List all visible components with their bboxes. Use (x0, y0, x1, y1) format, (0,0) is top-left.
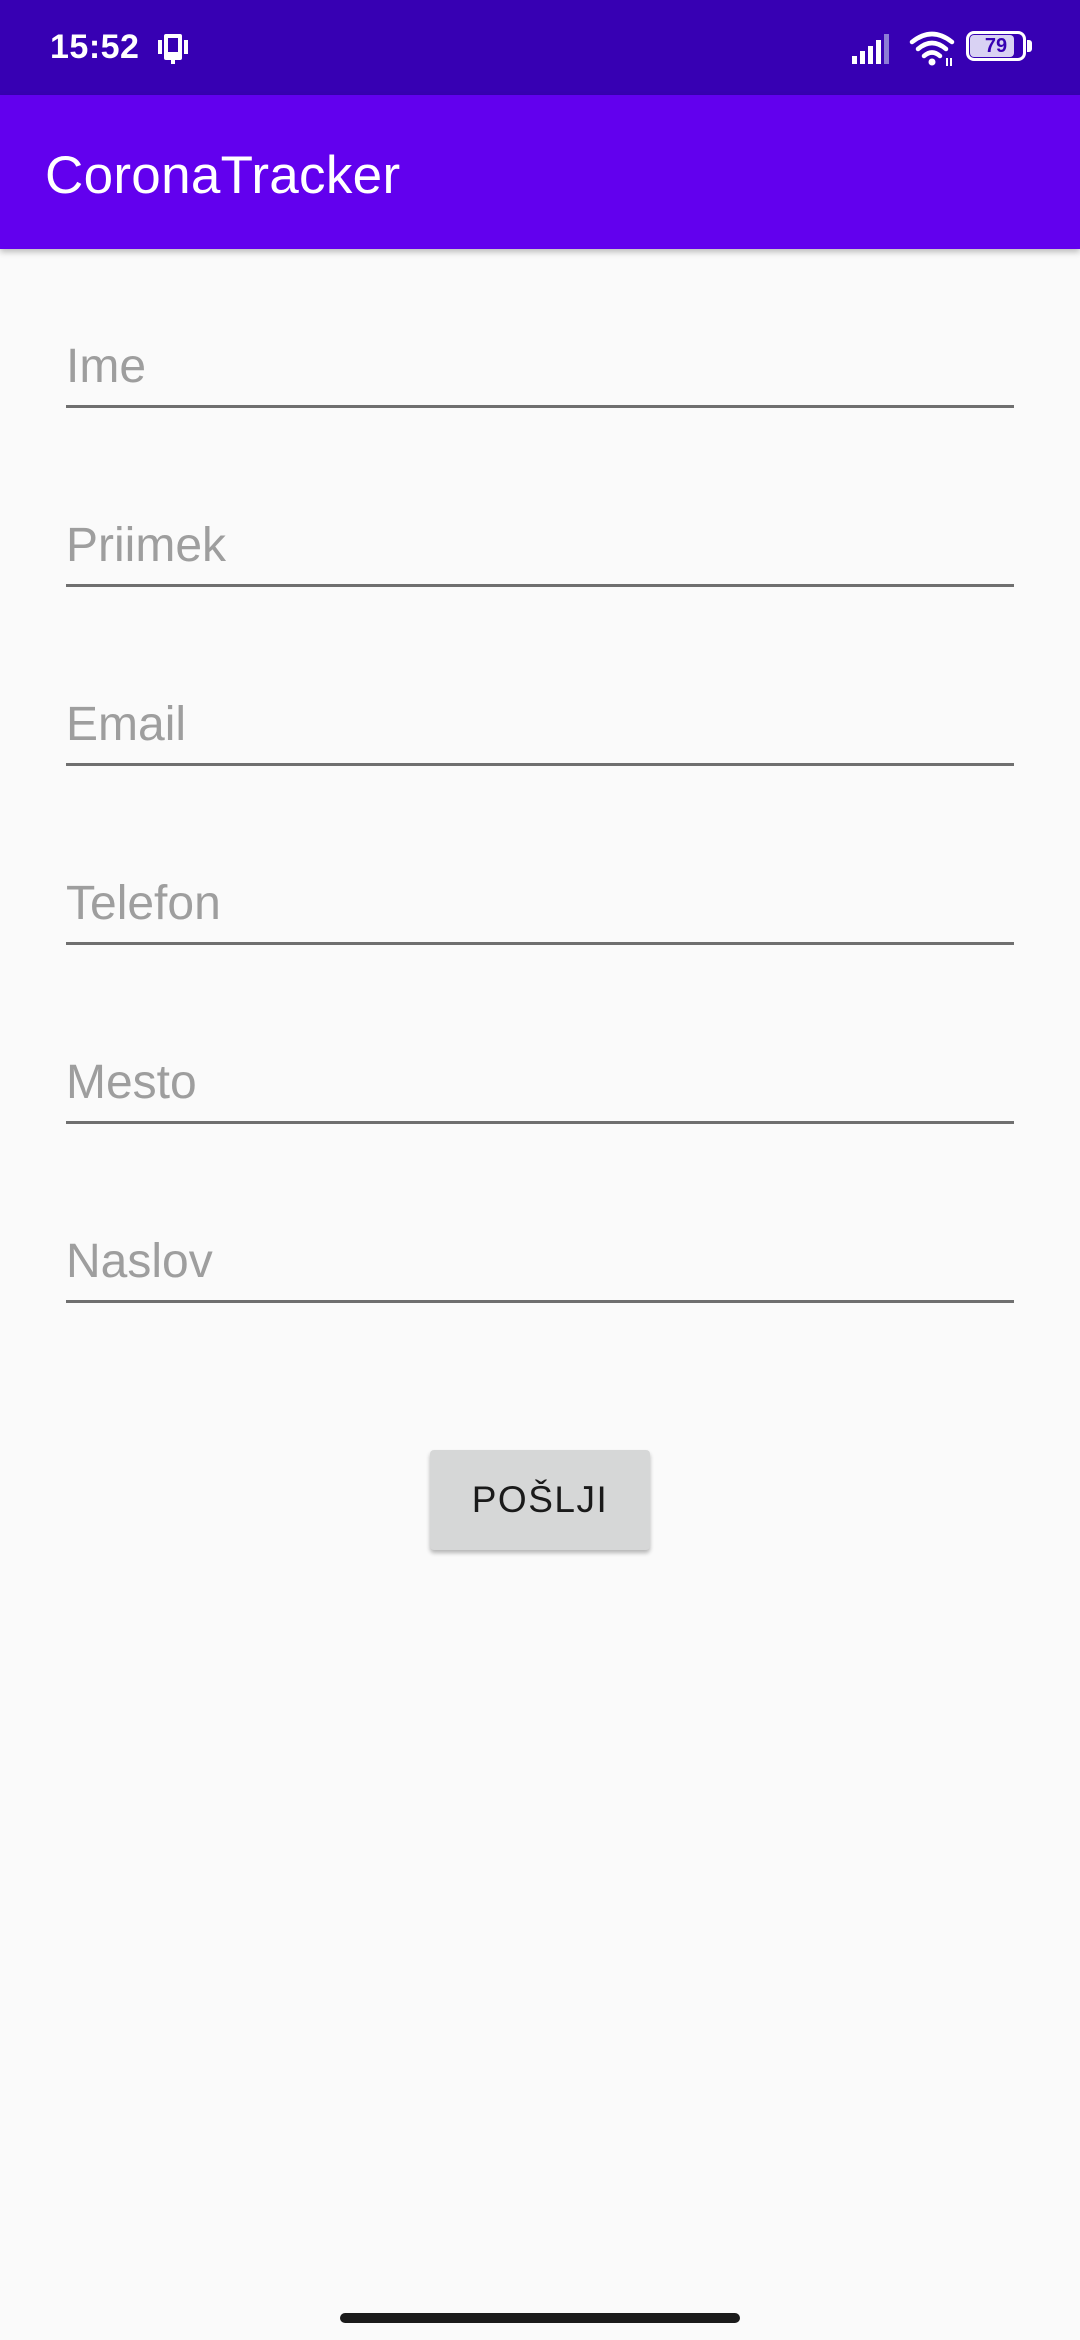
field-underline (66, 584, 1014, 587)
field-underline (66, 763, 1014, 766)
first-name-field[interactable] (66, 308, 1014, 408)
signal-icon (850, 30, 896, 66)
phone-field[interactable] (66, 845, 1014, 945)
last-name-input[interactable] (66, 487, 1014, 583)
field-underline (66, 1300, 1014, 1303)
wifi-icon (908, 28, 956, 68)
home-indicator[interactable] (340, 2313, 740, 2323)
field-underline (66, 942, 1014, 945)
phone-input[interactable] (66, 845, 1014, 941)
app-bar: CoronaTracker (0, 95, 1080, 249)
email-input[interactable] (66, 666, 1014, 762)
status-bar: 15:52 79 (0, 0, 1080, 95)
status-time: 15:52 (50, 28, 140, 66)
send-button[interactable]: POŠLJI (430, 1450, 650, 1550)
app-title: CoronaTracker (45, 146, 401, 205)
city-input[interactable] (66, 1024, 1014, 1120)
nfc-icon (155, 30, 191, 66)
address-field[interactable] (66, 1203, 1014, 1303)
city-field[interactable] (66, 1024, 1014, 1124)
email-field[interactable] (66, 666, 1014, 766)
last-name-field[interactable] (66, 487, 1014, 587)
field-underline (66, 1121, 1014, 1124)
battery-icon: 79 (966, 31, 1036, 65)
first-name-input[interactable] (66, 308, 1014, 404)
battery-cap (1027, 40, 1032, 52)
address-input[interactable] (66, 1203, 1014, 1299)
field-underline (66, 405, 1014, 408)
battery-level: 79 (984, 35, 1008, 57)
